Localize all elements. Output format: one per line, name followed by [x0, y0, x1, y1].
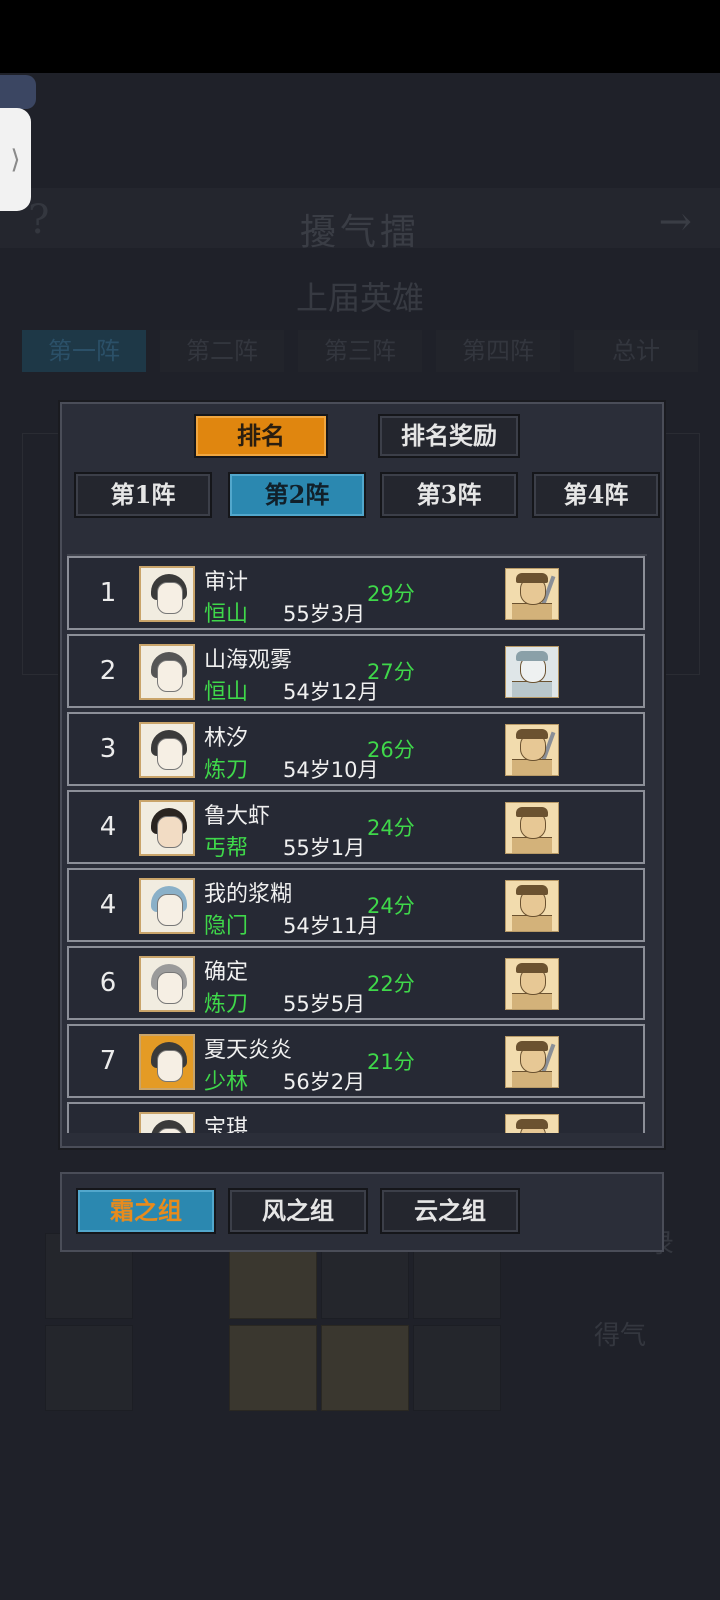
bg-tab-3[interactable]: 第三阵 — [298, 330, 422, 372]
role-portrait — [505, 568, 559, 620]
ranking-row[interactable]: 宝琪 — [67, 1102, 645, 1133]
bg-tab-bar: 第一阵 第二阵 第三阵 第四阵 总计 — [22, 330, 698, 372]
tab-round-4[interactable]: 第4阵 — [532, 472, 660, 518]
player-age: 54岁12月 — [283, 680, 379, 704]
bg-tab-1[interactable]: 第一阵 — [22, 330, 146, 372]
next-arrow-icon[interactable]: → — [658, 199, 692, 245]
rank-number: 3 — [99, 734, 117, 764]
player-sect: 恒山 — [204, 602, 249, 627]
player-age: 55岁5月 — [283, 992, 366, 1016]
player-score: 24分 — [367, 894, 415, 918]
player-sect: 炼刀 — [204, 992, 249, 1017]
player-age: 54岁11月 — [283, 914, 379, 938]
tab-round-3[interactable]: 第3阵 — [380, 472, 518, 518]
role-portrait — [505, 1036, 559, 1088]
player-score: 24分 — [367, 816, 415, 840]
bg-hero-portrait — [229, 1325, 317, 1411]
player-name: 我的浆糊 — [204, 882, 293, 907]
ranking-modal: 排名 排名奖励 第1阵 第2阵 第3阵 第4阵 1 审计 恒山 55岁3月 29… — [60, 402, 664, 1148]
role-portrait — [505, 646, 559, 698]
player-name: 林汐 — [204, 726, 249, 751]
tab-group-wind[interactable]: 风之组 — [228, 1188, 368, 1234]
rank-number: 2 — [99, 656, 117, 686]
tab-round-2[interactable]: 第2阵 — [228, 472, 366, 518]
player-avatar — [139, 1112, 195, 1133]
modal-tab-area: 排名 排名奖励 第1阵 第2阵 第3阵 第4阵 — [62, 404, 662, 534]
player-age: 55岁1月 — [283, 836, 366, 860]
ranking-row[interactable]: 4 鲁大虾 丐帮 55岁1月 24分 — [67, 790, 645, 864]
player-avatar — [139, 1034, 195, 1090]
side-avatar — [0, 75, 36, 109]
bg-tab-2[interactable]: 第二阵 — [160, 330, 284, 372]
player-age: 54岁10月 — [283, 758, 379, 782]
tab-round-1[interactable]: 第1阵 — [74, 472, 212, 518]
player-name: 山海观雾 — [204, 648, 293, 673]
rank-number: 1 — [99, 578, 117, 608]
bg-hero-grid — [45, 1233, 505, 1413]
status-bar — [0, 0, 720, 73]
tab-ranking-reward[interactable]: 排名奖励 — [378, 414, 520, 458]
role-portrait — [505, 958, 559, 1010]
bg-tab-4[interactable]: 第四阵 — [436, 330, 560, 372]
page-title: 擾气擂 — [299, 212, 420, 253]
player-sect: 炼刀 — [204, 758, 249, 783]
player-name: 宝琪 — [204, 1116, 249, 1133]
bg-cell — [413, 1325, 501, 1411]
rank-number: 7 — [99, 1046, 117, 1076]
rank-number: 4 — [99, 812, 117, 842]
rank-number: 6 — [99, 968, 117, 998]
bg-tab-total[interactable]: 总计 — [574, 330, 698, 372]
player-name: 鲁大虾 — [204, 804, 271, 829]
player-score: 22分 — [367, 972, 415, 996]
role-portrait — [505, 1114, 559, 1133]
player-score: 26分 — [367, 738, 415, 762]
player-sect: 恒山 — [204, 680, 249, 705]
player-avatar — [139, 644, 195, 700]
tab-ranking[interactable]: 排名 — [194, 414, 328, 458]
ranking-row[interactable]: 4 我的浆糊 隐门 54岁11月 24分 — [67, 868, 645, 942]
player-name: 夏天炎炎 — [204, 1038, 293, 1063]
group-tab-bar: 霜之组 风之组 云之组 — [60, 1172, 664, 1252]
role-portrait — [505, 802, 559, 854]
rank-number: 4 — [99, 890, 117, 920]
player-age: 56岁2月 — [283, 1070, 366, 1094]
tab-group-frost[interactable]: 霜之组 — [76, 1188, 216, 1234]
player-name: 确定 — [204, 960, 249, 985]
player-sect: 少林 — [204, 1070, 249, 1095]
player-score: 27分 — [367, 660, 415, 684]
role-portrait — [505, 880, 559, 932]
player-avatar — [139, 566, 195, 622]
chevron-right-icon: ⟩ — [10, 144, 21, 175]
player-age: 55岁3月 — [283, 602, 366, 626]
player-sect: 丐帮 — [204, 836, 249, 861]
ranking-row[interactable]: 1 审计 恒山 55岁3月 29分 — [67, 556, 645, 630]
ranking-row[interactable]: 7 夏天炎炎 少林 56岁2月 21分 — [67, 1024, 645, 1098]
player-name: 审计 — [204, 570, 249, 595]
role-portrait — [505, 724, 559, 776]
bg-hero-portrait — [321, 1325, 409, 1411]
side-drawer-handle[interactable]: ⟩ — [0, 108, 31, 211]
ranking-list[interactable]: 1 审计 恒山 55岁3月 29分 2 山海观雾 恒山 54岁12月 27分 3… — [67, 554, 647, 1133]
player-avatar — [139, 800, 195, 856]
bg-cell — [45, 1325, 133, 1411]
player-avatar — [139, 722, 195, 778]
bg-gain-button[interactable]: 得气 — [594, 1315, 646, 1352]
player-avatar — [139, 956, 195, 1012]
tab-group-cloud[interactable]: 云之组 — [380, 1188, 520, 1234]
ranking-row[interactable]: 6 确定 炼刀 55岁5月 22分 — [67, 946, 645, 1020]
bg-subtitle: 上届英雄 — [295, 279, 424, 317]
player-sect: 隐门 — [204, 914, 249, 939]
ranking-row[interactable]: 2 山海观雾 恒山 54岁12月 27分 — [67, 634, 645, 708]
player-avatar — [139, 878, 195, 934]
player-score: 21分 — [367, 1050, 415, 1074]
player-score: 29分 — [367, 582, 415, 606]
ranking-row[interactable]: 3 林汐 炼刀 54岁10月 26分 — [67, 712, 645, 786]
